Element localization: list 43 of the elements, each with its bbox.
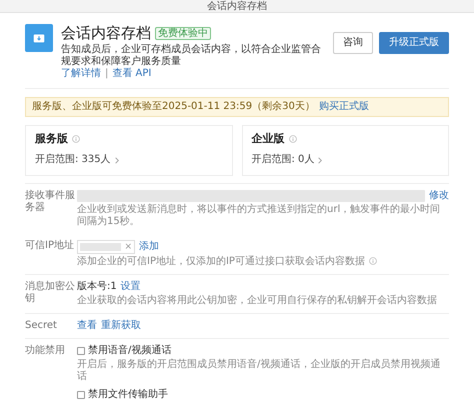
edition-title: 服务版 bbox=[35, 132, 68, 145]
hint-text: 添加企业的可信IP地址，仅添加的IP可通过接口获取会话内容数据 bbox=[77, 256, 449, 268]
input-field[interactable] bbox=[77, 190, 425, 202]
redacted-value bbox=[80, 243, 122, 251]
setting-label: 消息加密公钥 bbox=[25, 281, 76, 306]
link[interactable]: 查看 API bbox=[112, 68, 152, 80]
scope-link[interactable]: 开启范围: 0人 bbox=[252, 154, 322, 166]
notice-text: 服务版、企业版可免费体验至2025-01-11 23:59（剩余30天） bbox=[32, 101, 315, 112]
app-title: 会话内容存档 bbox=[61, 24, 151, 42]
info-icon bbox=[288, 134, 296, 142]
hint-text: 企业收到或发送新消息时，将以事件的方式推送到指定的url，触发事件的最小时间间隔为15秒。 bbox=[77, 204, 442, 228]
hint-text: 企业获取的会话内容将用此公钥加密，企业可用自行保存的私钥解开会话内容数据 bbox=[77, 295, 438, 307]
link[interactable]: 了解详情 bbox=[61, 68, 101, 80]
scope-link[interactable]: 开启范围: 335人 bbox=[35, 154, 119, 166]
upgrade-button[interactable]: 升级正式版 bbox=[379, 32, 449, 54]
consult-button[interactable]: 咨询 bbox=[333, 32, 373, 54]
link[interactable]: 重新获取 bbox=[101, 320, 141, 332]
setting-label: 可信IP地址 bbox=[25, 240, 75, 253]
checkbox-box[interactable] bbox=[77, 347, 85, 355]
setting-label: Secret bbox=[25, 320, 58, 332]
chevron-icon bbox=[114, 156, 119, 164]
version-text: 版本号:1 bbox=[77, 281, 117, 293]
hint-text: 开启后，服务版的开启范围成员禁用语音/视频通话，企业版的开启成员禁用视频通话 bbox=[77, 359, 442, 383]
separator-text: | bbox=[105, 68, 108, 80]
chevron-icon bbox=[318, 156, 322, 164]
app-description: 告知成员后，企业可存档成员会话内容，以符合企业监管合规要求和保障客户服务质量 bbox=[61, 44, 322, 68]
link[interactable]: 修改 bbox=[429, 190, 449, 202]
setting-label: 功能禁用 bbox=[25, 345, 66, 358]
app-icon bbox=[25, 24, 53, 52]
info-icon bbox=[72, 134, 80, 142]
info-icon bbox=[368, 257, 377, 266]
checkbox[interactable]: 禁用文件传输助手 bbox=[77, 389, 449, 401]
edition-title: 企业版 bbox=[252, 132, 284, 145]
remove-button[interactable]: × bbox=[124, 242, 132, 252]
setting-label: 接收事件服务器 bbox=[25, 190, 76, 215]
link[interactable]: 添加 bbox=[139, 241, 159, 253]
buy-link[interactable]: 购买正式版 bbox=[318, 101, 369, 112]
status-badge: 免费体验中 bbox=[155, 26, 211, 40]
window-title: 会话内容存档 bbox=[207, 2, 267, 12]
checkbox[interactable]: 禁用语音/视频通话 bbox=[77, 345, 449, 357]
link[interactable]: 查看 bbox=[77, 320, 97, 332]
checkbox-box[interactable] bbox=[77, 391, 85, 399]
link[interactable]: 设置 bbox=[120, 281, 141, 293]
